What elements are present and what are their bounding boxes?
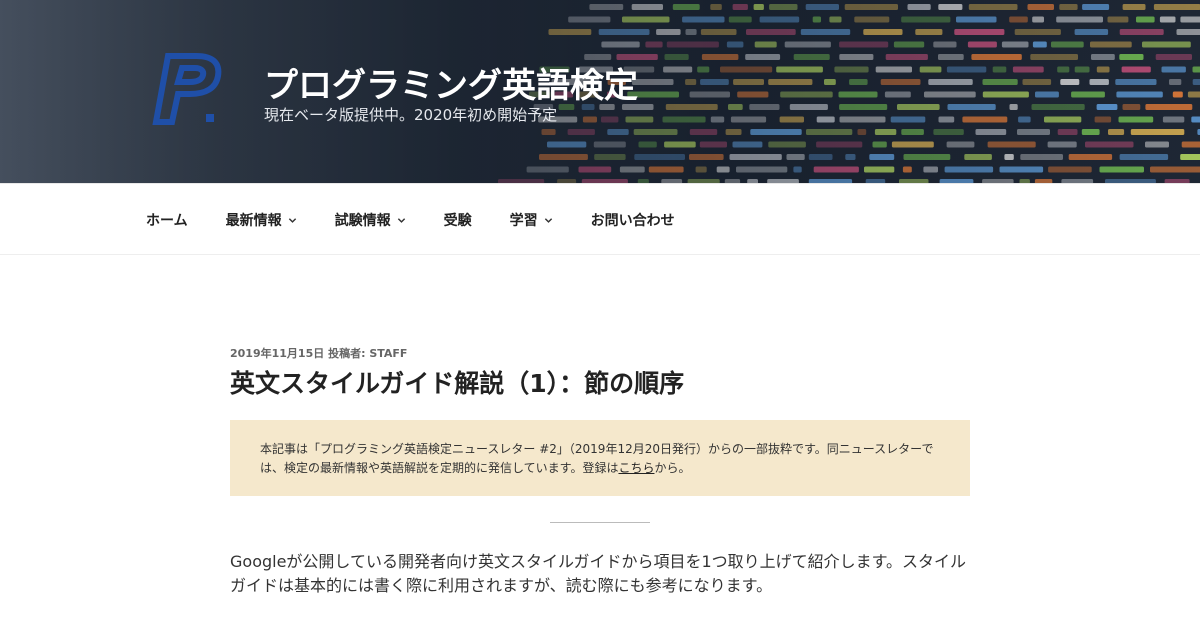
site-tagline: 現在ベータ版提供中。2020年初め開始予定 <box>264 106 558 124</box>
nav-item-label: ホーム <box>146 213 188 229</box>
post-date[interactable]: 2019年11月15日 <box>230 347 324 360</box>
nav-item-exam-info[interactable]: 試験情報 <box>335 184 406 256</box>
entry-meta: 2019年11月15日 投稿者: STAFF <box>230 345 407 361</box>
separator <box>550 522 650 523</box>
nav-item-label: 試験情報 <box>334 213 391 229</box>
nav-menu: ホーム 最新情報 試験情報 受験 学習 お問い合わせ <box>146 184 713 256</box>
nav-item-study[interactable]: 学習 <box>510 184 553 256</box>
site-header: プログラミング英語検定 現在ベータ版提供中。2020年初め開始予定 <box>0 0 1200 183</box>
nav-item-home[interactable]: ホーム <box>146 184 188 256</box>
notice-text: 本記事は「プログラミング英語検定ニュースレター #2」（2019年12月20日発… <box>260 442 934 475</box>
nav-item-contact[interactable]: お問い合わせ <box>591 184 675 256</box>
notice-link[interactable]: こちら <box>618 461 654 475</box>
site-logo[interactable] <box>150 50 230 130</box>
nav-item-news[interactable]: 最新情報 <box>226 184 297 256</box>
author-prefix: 投稿者: <box>328 347 366 360</box>
article-title: 英文スタイルガイド解説（1）：節の順序 <box>230 369 685 398</box>
newsletter-notice: 本記事は「プログラミング英語検定ニュースレター #2」（2019年12月20日発… <box>230 420 970 496</box>
site-title[interactable]: プログラミング英語検定 <box>264 58 638 107</box>
p-logo-icon <box>152 53 222 125</box>
post-author[interactable]: STAFF <box>369 347 407 360</box>
nav-item-label: 学習 <box>509 213 538 229</box>
article-body-paragraph: Googleが公開している開発者向け英文スタイルガイドから項目を1つ取り上げて紹… <box>230 552 967 595</box>
nav-item-label: お問い合わせ <box>590 213 675 229</box>
chevron-down-icon <box>544 217 552 223</box>
main-navigation: ホーム 最新情報 試験情報 受験 学習 お問い合わせ <box>0 183 1200 255</box>
nav-item-take-exam[interactable]: 受験 <box>444 184 472 256</box>
chevron-down-icon <box>397 217 405 223</box>
chevron-down-icon <box>288 217 296 223</box>
nav-item-label: 受験 <box>443 213 472 229</box>
nav-item-label: 最新情報 <box>225 213 282 229</box>
notice-text-end: から。 <box>654 461 691 475</box>
